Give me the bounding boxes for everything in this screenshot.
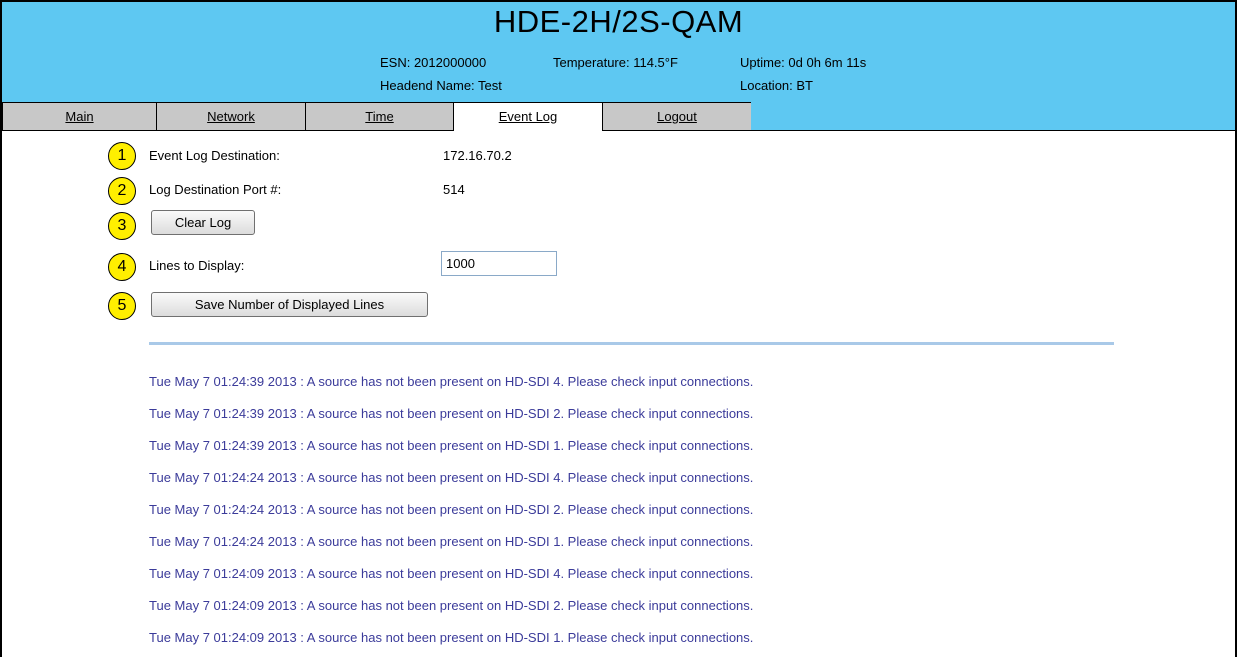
separator-line	[149, 342, 1114, 345]
callout-badge-1: 1	[108, 142, 136, 170]
log-line: Tue May 7 01:24:09 2013 : A source has n…	[149, 598, 754, 613]
device-title: HDE-2H/2S-QAM	[493, 4, 744, 39]
tab-event-log[interactable]: Event Log	[453, 102, 603, 131]
callout-badge-5: 5	[108, 292, 136, 320]
event-log-destination-value: 172.16.70.2	[443, 148, 512, 163]
log-destination-port-value: 514	[443, 182, 465, 197]
lines-to-display-input[interactable]	[441, 251, 557, 276]
headend-name-text: Headend Name: Test	[380, 78, 502, 93]
nav-bar: Main Network Time Event Log Logout	[2, 102, 1235, 132]
esn-text: ESN: 2012000000	[380, 55, 487, 70]
lines-to-display-label: Lines to Display:	[149, 258, 245, 273]
log-line: Tue May 7 01:24:09 2013 : A source has n…	[149, 630, 754, 645]
location-text: Location: BT	[740, 78, 813, 93]
uptime-text: Uptime: 0d 0h 6m 11s	[740, 55, 867, 70]
log-line: Tue May 7 01:24:39 2013 : A source has n…	[149, 406, 754, 421]
event-log-destination-label: Event Log Destination:	[149, 148, 280, 163]
tab-network[interactable]: Network	[156, 102, 306, 131]
nav-filler	[751, 102, 1235, 131]
log-line: Tue May 7 01:24:24 2013 : A source has n…	[149, 534, 754, 549]
log-line: Tue May 7 01:24:24 2013 : A source has n…	[149, 502, 754, 517]
log-line: Tue May 7 01:24:39 2013 : A source has n…	[149, 374, 754, 389]
log-line: Tue May 7 01:24:09 2013 : A source has n…	[149, 566, 754, 581]
callout-badge-2: 2	[108, 177, 136, 205]
callout-badge-3: 3	[108, 212, 136, 240]
tab-main[interactable]: Main	[2, 102, 157, 131]
tab-time[interactable]: Time	[305, 102, 454, 131]
clear-log-button[interactable]: Clear Log	[151, 210, 255, 235]
save-displayed-lines-button[interactable]: Save Number of Displayed Lines	[151, 292, 428, 317]
tab-logout[interactable]: Logout	[602, 102, 752, 131]
log-destination-port-label: Log Destination Port #:	[149, 182, 282, 197]
log-line: Tue May 7 01:24:24 2013 : A source has n…	[149, 470, 754, 485]
device-web-page: HDE-2H/2S-QAM ESN: 2012000000 Headend Na…	[0, 0, 1237, 657]
header-banner: HDE-2H/2S-QAM ESN: 2012000000 Headend Na…	[2, 2, 1235, 102]
temperature-text: Temperature: 114.5°F	[553, 55, 678, 70]
callout-badge-4: 4	[108, 253, 136, 281]
log-line: Tue May 7 01:24:39 2013 : A source has n…	[149, 438, 754, 453]
